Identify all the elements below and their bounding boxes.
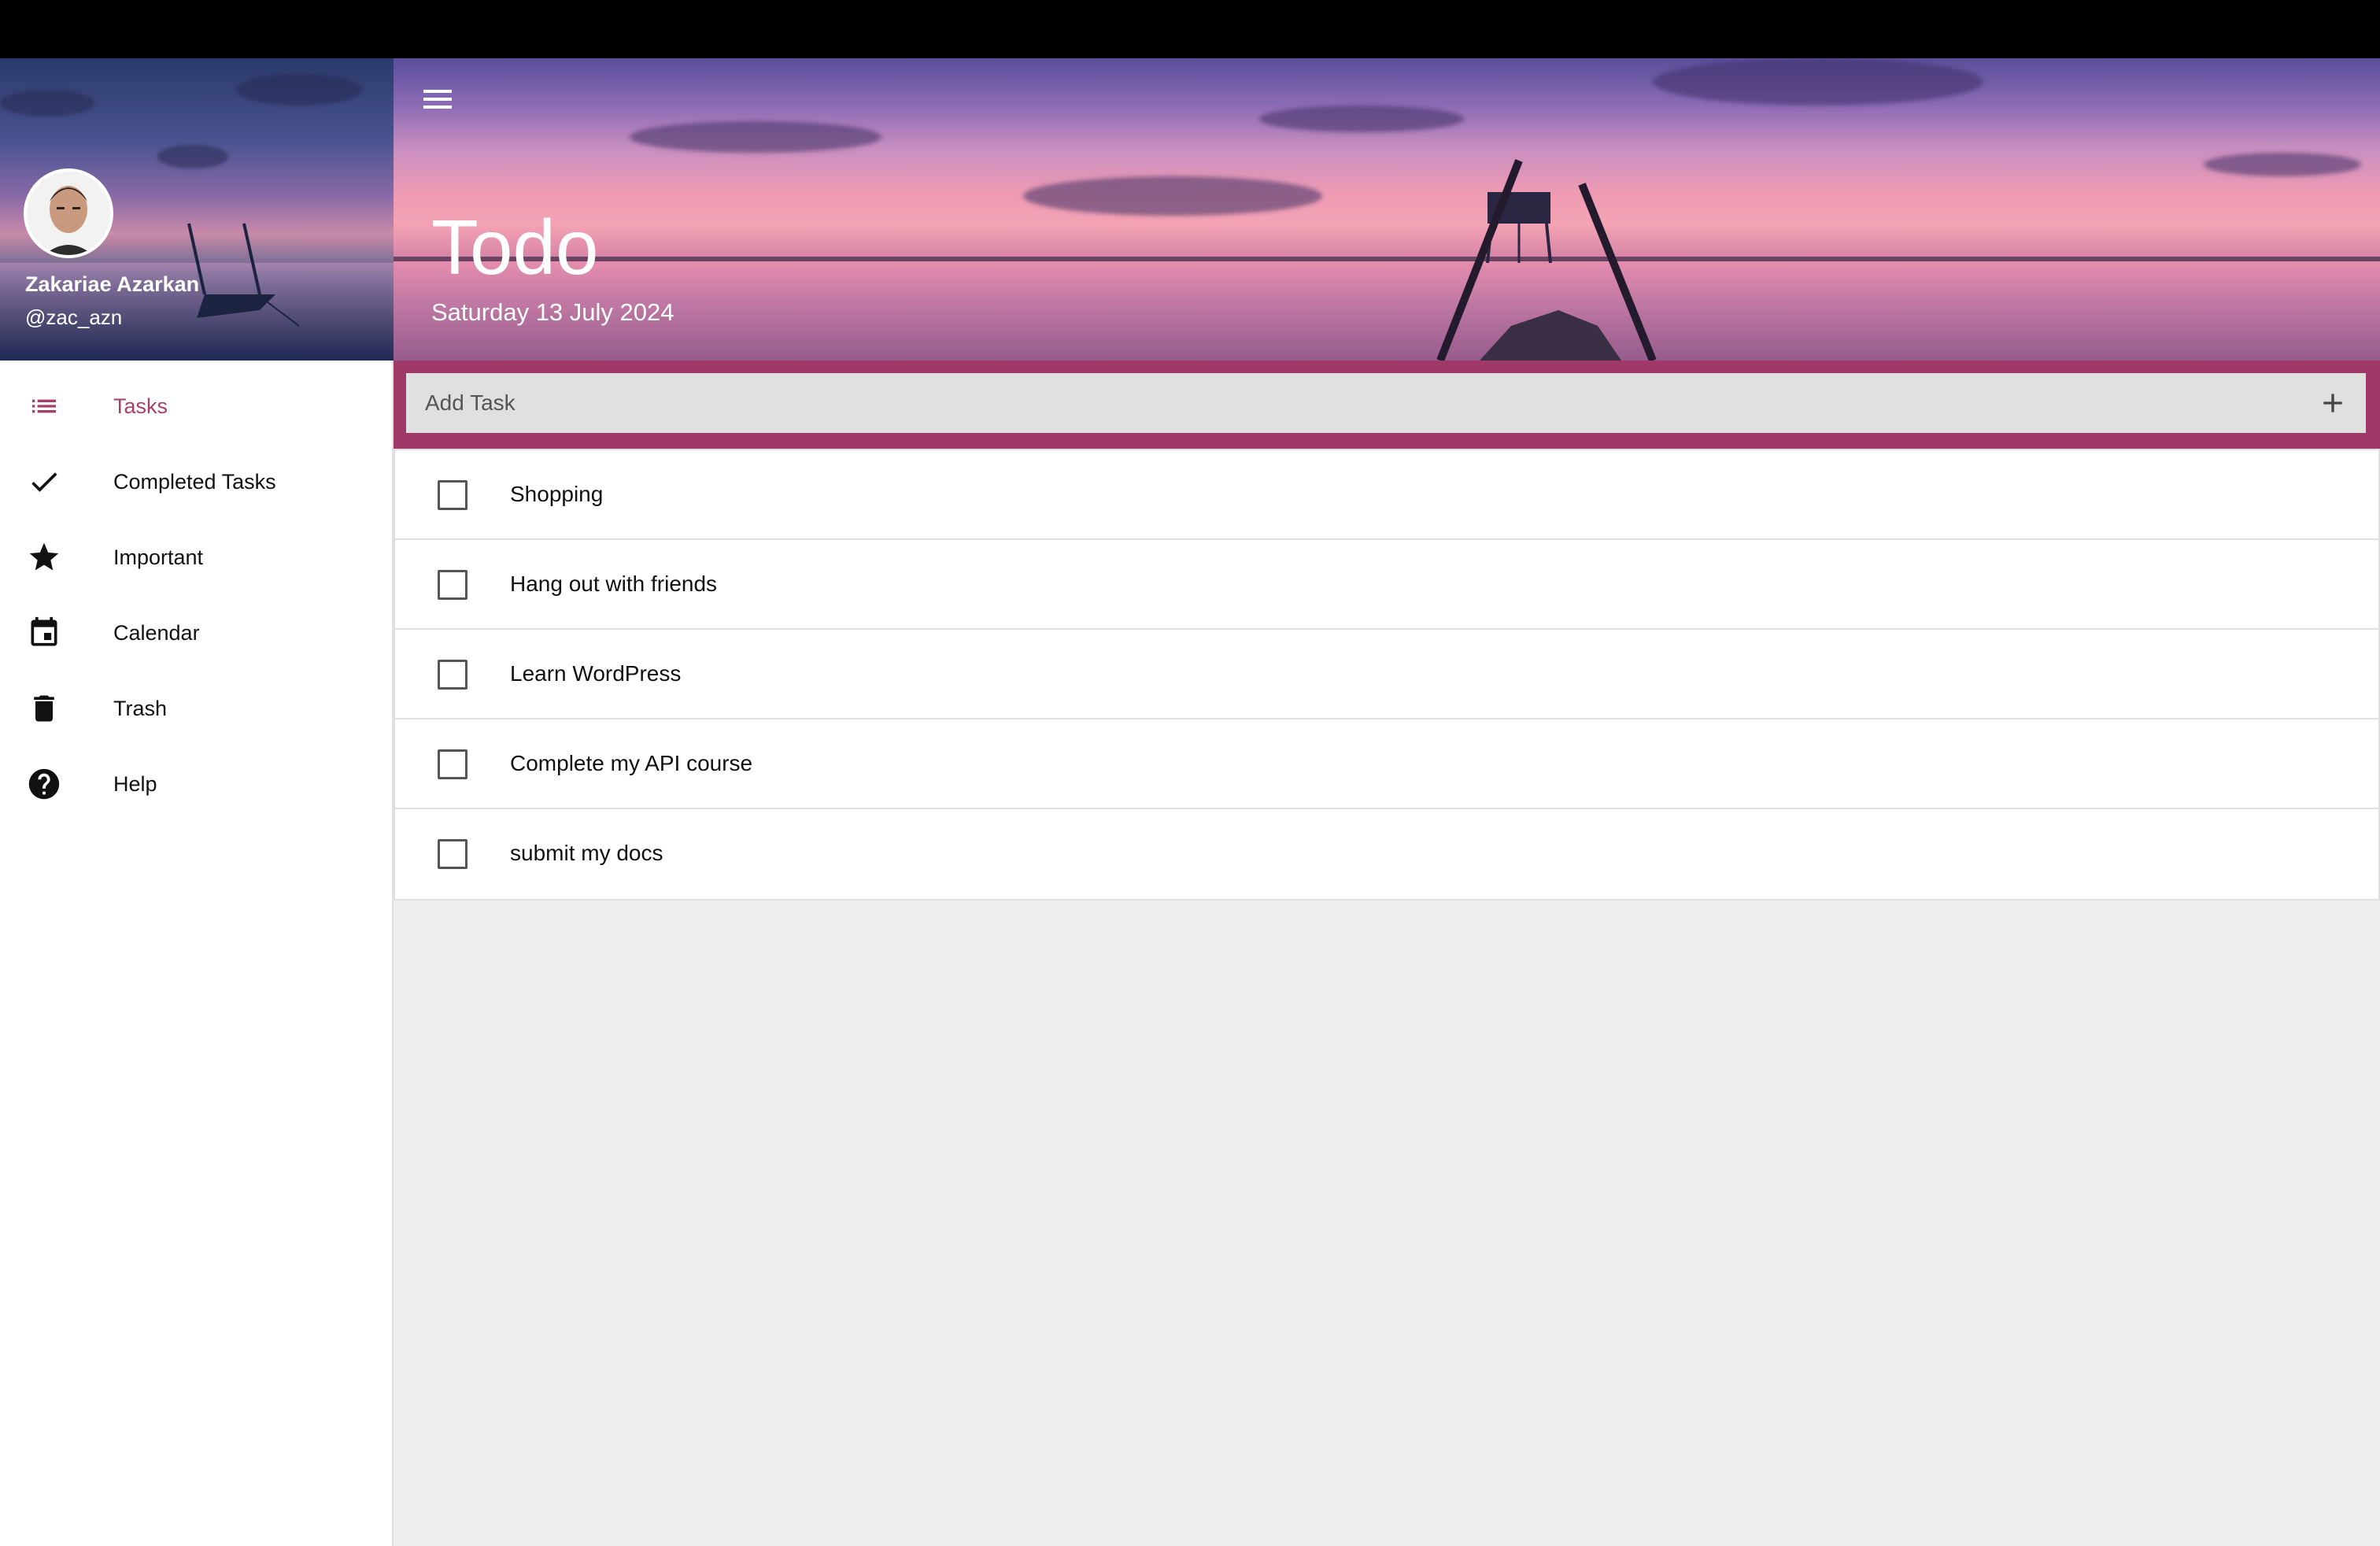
- profile-handle: @zac_azn: [25, 305, 123, 329]
- header-banner: Todo Saturday 13 July 2024: [394, 58, 2380, 361]
- add-task-bar: [394, 361, 2380, 449]
- task-label: Hang out with friends: [510, 571, 718, 596]
- avatar[interactable]: [24, 168, 113, 258]
- page-title: Todo: [431, 204, 599, 290]
- task-label: Learn WordPress: [510, 661, 682, 686]
- avatar-image: [27, 172, 110, 255]
- sidebar-item-tasks[interactable]: Tasks: [0, 368, 392, 444]
- cloud-shape: [157, 145, 228, 168]
- task-checkbox[interactable]: [438, 660, 468, 690]
- sidebar-item-calendar[interactable]: Calendar: [0, 595, 392, 671]
- check-icon: [25, 463, 63, 501]
- sidebar-item-completed-tasks[interactable]: Completed Tasks: [0, 444, 392, 520]
- trash-icon: [25, 690, 63, 727]
- add-task-input[interactable]: [406, 373, 2366, 433]
- task-row: Hang out with friends: [395, 540, 2378, 630]
- sidebar-item-label: Completed Tasks: [113, 469, 276, 494]
- top-black-bar: [0, 0, 2380, 58]
- task-list-area: Shopping Hang out with friends Learn Wor…: [394, 449, 2380, 1546]
- sidebar-item-trash[interactable]: Trash: [0, 671, 392, 746]
- sidebar: Zakariae Azarkan @zac_azn Tasks Complete…: [0, 58, 394, 1546]
- star-icon: [25, 538, 63, 576]
- sidebar-item-label: Important: [113, 545, 204, 569]
- task-label: Shopping: [510, 482, 604, 506]
- sidebar-item-important[interactable]: Important: [0, 520, 392, 595]
- help-icon: [25, 765, 63, 803]
- task-row: Complete my API course: [395, 719, 2378, 809]
- cloud-shape: [630, 121, 881, 153]
- task-label: submit my docs: [510, 841, 663, 865]
- task-checkbox[interactable]: [438, 839, 468, 869]
- sidebar-item-label: Help: [113, 771, 157, 796]
- task-row: submit my docs: [395, 809, 2378, 899]
- cloud-shape: [0, 90, 94, 117]
- profile-name: Zakariae Azarkan: [25, 272, 200, 296]
- add-icon[interactable]: [2317, 387, 2349, 419]
- task-checkbox[interactable]: [438, 480, 468, 510]
- page-date: Saturday 13 July 2024: [431, 298, 674, 326]
- sidebar-item-label: Calendar: [113, 620, 200, 645]
- sidebar-item-help[interactable]: Help: [0, 746, 392, 822]
- task-list: Shopping Hang out with friends Learn Wor…: [394, 449, 2380, 901]
- sidebar-nav: Tasks Completed Tasks Important Calendar…: [0, 361, 392, 822]
- sidebar-item-label: Tasks: [113, 394, 168, 418]
- boat-illustration: [1436, 159, 1657, 361]
- boat-illustration: [187, 223, 299, 327]
- cloud-shape: [1653, 58, 1983, 105]
- menu-icon[interactable]: [422, 85, 453, 117]
- cloud-shape: [1023, 176, 1322, 216]
- sidebar-item-label: Trash: [113, 696, 168, 720]
- list-icon: [25, 387, 63, 425]
- profile-header: Zakariae Azarkan @zac_azn: [0, 58, 394, 361]
- task-checkbox[interactable]: [438, 749, 468, 779]
- task-row: Shopping: [395, 450, 2378, 540]
- task-label: Complete my API course: [510, 751, 753, 775]
- calendar-icon: [25, 614, 63, 652]
- cloud-shape: [1259, 105, 1464, 132]
- task-row: Learn WordPress: [395, 630, 2378, 719]
- cloud-shape: [236, 74, 362, 105]
- cloud-shape: [2204, 153, 2361, 176]
- task-checkbox[interactable]: [438, 570, 468, 600]
